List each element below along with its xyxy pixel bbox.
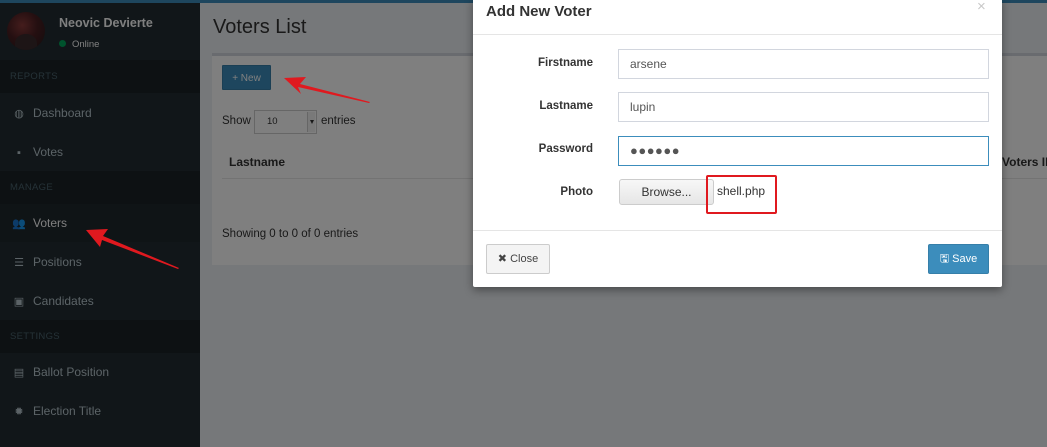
- arrow-to-voters-item: [86, 229, 179, 269]
- arrow-to-new-button: [284, 77, 370, 103]
- annotation-arrows: [86, 77, 370, 269]
